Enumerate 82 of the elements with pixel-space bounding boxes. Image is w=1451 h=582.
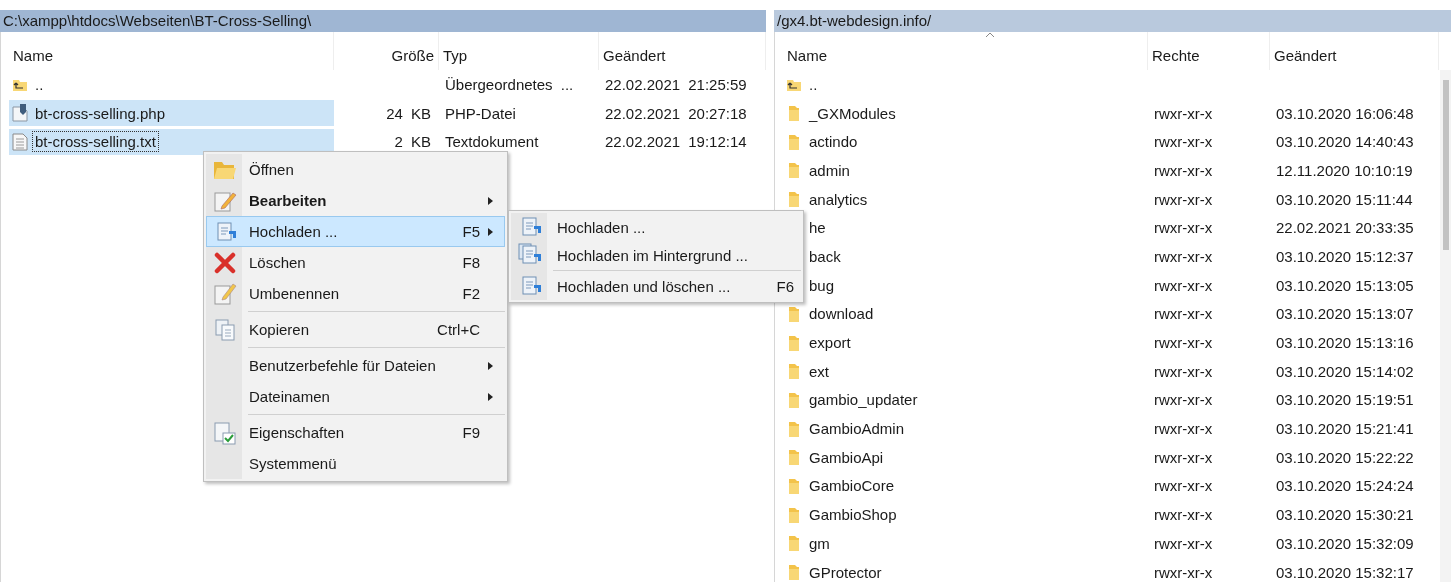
file-row[interactable]: .. [783, 74, 1148, 94]
table-cell-text: Übergeordnetes ... [444, 75, 575, 93]
table-cell-text: 03.10.2020 15:32:17 [1275, 563, 1415, 581]
menu-item[interactable]: Kopieren Ctrl+C [206, 314, 505, 345]
path-bar: C:\xampp\htdocs\Webseiten\BT-Cross-Selling\ [0, 10, 766, 32]
table-cell-text: rwxr-xr-x [1153, 420, 1214, 438]
menu-item[interactable]: Eigenschaften F9 [206, 417, 505, 448]
table-cell-text: rwxr-xr-x [1153, 477, 1214, 495]
file-row[interactable]: GProtector [783, 562, 1148, 582]
file-row[interactable]: download [783, 304, 1148, 324]
file-row[interactable]: GambioShop [783, 505, 1148, 525]
table-cell-text: rwxr-xr-x [1153, 391, 1214, 409]
path-bar: /gx4.bt-webdesign.info/ [774, 10, 1451, 32]
table-cell-text: PHP-Datei [444, 104, 517, 122]
table-cell-text: rwxr-xr-x [1153, 534, 1214, 552]
menu-item[interactable]: Hochladen ... F5 [206, 216, 505, 247]
column-header[interactable]: Typ [439, 32, 599, 70]
table-cell-text: 03.10.2020 15:24:24 [1275, 477, 1415, 495]
file-row[interactable]: actindo [783, 132, 1148, 152]
menu-item[interactable]: Bearbeiten [206, 185, 505, 216]
menu-item[interactable]: Hochladen im Hintergrund ... [511, 241, 801, 269]
table-cell-text: 03.10.2020 15:30:21 [1275, 506, 1415, 524]
table-cell-text: 22.02.2021 20:33:35 [1275, 219, 1415, 237]
table-cell-text: Textdokument [444, 133, 540, 151]
file-row[interactable]: GambioApi [783, 447, 1148, 467]
table-cell-text: 03.10.2020 15:22:22 [1275, 448, 1415, 466]
table-cell-text: rwxr-xr-x [1153, 276, 1214, 294]
table-cell-text: 03.10.2020 15:32:09 [1275, 534, 1415, 552]
table-cell-text: rwxr-xr-x [1153, 305, 1214, 323]
table-cell-text: rwxr-xr-x [1153, 247, 1214, 265]
column-header[interactable]: Rechte [1148, 32, 1270, 70]
table-cell-text: 24 KB [385, 104, 432, 122]
table-cell-text: 03.10.2020 15:13:05 [1275, 276, 1415, 294]
table-cell-text: rwxr-xr-x [1153, 219, 1214, 237]
table-cell-text: rwxr-xr-x [1153, 506, 1214, 524]
file-row[interactable]: bt-cross-selling.txt [9, 128, 334, 155]
file-row[interactable]: admin [783, 160, 1148, 180]
table-cell-text: 03.10.2020 16:06:48 [1275, 104, 1415, 122]
table-cell-text: 03.10.2020 15:21:41 [1275, 420, 1415, 438]
column-header[interactable]: Geändert [1270, 32, 1439, 70]
table-cell-text: 03.10.2020 14:40:43 [1275, 133, 1415, 151]
table-cell-text: 2 KB [393, 133, 432, 151]
menu-item[interactable]: Dateinamen [206, 381, 505, 412]
table-cell-text: 22.02.2021 20:27:18 [604, 104, 748, 122]
menu-item[interactable]: Löschen F8 [206, 247, 505, 278]
table-cell-text: 22.02.2021 19:12:14 [604, 133, 748, 151]
file-row[interactable]: bt-cross-selling.php [9, 100, 334, 127]
menu-item[interactable]: Systemmenü [206, 448, 505, 479]
file-row[interactable]: gm [783, 533, 1148, 553]
table-cell-text: rwxr-xr-x [1153, 190, 1214, 208]
menu-item[interactable]: Umbenennen F2 [206, 278, 505, 309]
table-cell-text: rwxr-xr-x [1153, 448, 1214, 466]
table-cell-text: 03.10.2020 15:19:51 [1275, 391, 1415, 409]
column-header[interactable]: Name [9, 32, 334, 70]
table-cell-text: 03.10.2020 15:12:37 [1275, 247, 1415, 265]
file-row[interactable]: ext [783, 361, 1148, 381]
table-cell-text: rwxr-xr-x [1153, 133, 1214, 151]
table-cell-text: 22.02.2021 21:25:59 [604, 75, 748, 93]
file-row[interactable]: analytics [783, 189, 1148, 209]
column-header[interactable]: Geändert [599, 32, 766, 70]
menu-item[interactable]: Hochladen ... [511, 213, 801, 241]
table-cell-text: 03.10.2020 15:13:07 [1275, 305, 1415, 323]
table-cell-text: 03.10.2020 15:14:02 [1275, 362, 1415, 380]
column-header[interactable]: Name [783, 32, 1148, 70]
file-row[interactable]: GambioAdmin [783, 419, 1148, 439]
table-cell-text: rwxr-xr-x [1153, 362, 1214, 380]
table-cell-text: rwxr-xr-x [1153, 104, 1214, 122]
file-row[interactable]: GambioCore [783, 476, 1148, 496]
table-cell-text: rwxr-xr-x [1153, 563, 1214, 581]
menu-item[interactable]: Öffnen [206, 154, 505, 185]
table-cell-text: 03.10.2020 15:13:16 [1275, 334, 1415, 352]
menu-item[interactable]: Hochladen und löschen ... F6 [511, 272, 801, 300]
table-cell-text: rwxr-xr-x [1153, 334, 1214, 352]
column-header[interactable]: Größe [334, 32, 439, 70]
file-row[interactable]: .. [9, 71, 334, 98]
file-row[interactable]: export [783, 333, 1148, 353]
file-row[interactable]: _GXModules [783, 103, 1148, 123]
menu-item[interactable]: Benutzerbefehle für Dateien [206, 350, 505, 381]
table-cell-text: 03.10.2020 15:11:44 [1275, 190, 1414, 208]
table-cell-text: rwxr-xr-x [1153, 161, 1214, 179]
file-row[interactable]: gambio_updater [783, 390, 1148, 410]
table-cell-text: 12.11.2020 10:10:19 [1275, 161, 1414, 179]
